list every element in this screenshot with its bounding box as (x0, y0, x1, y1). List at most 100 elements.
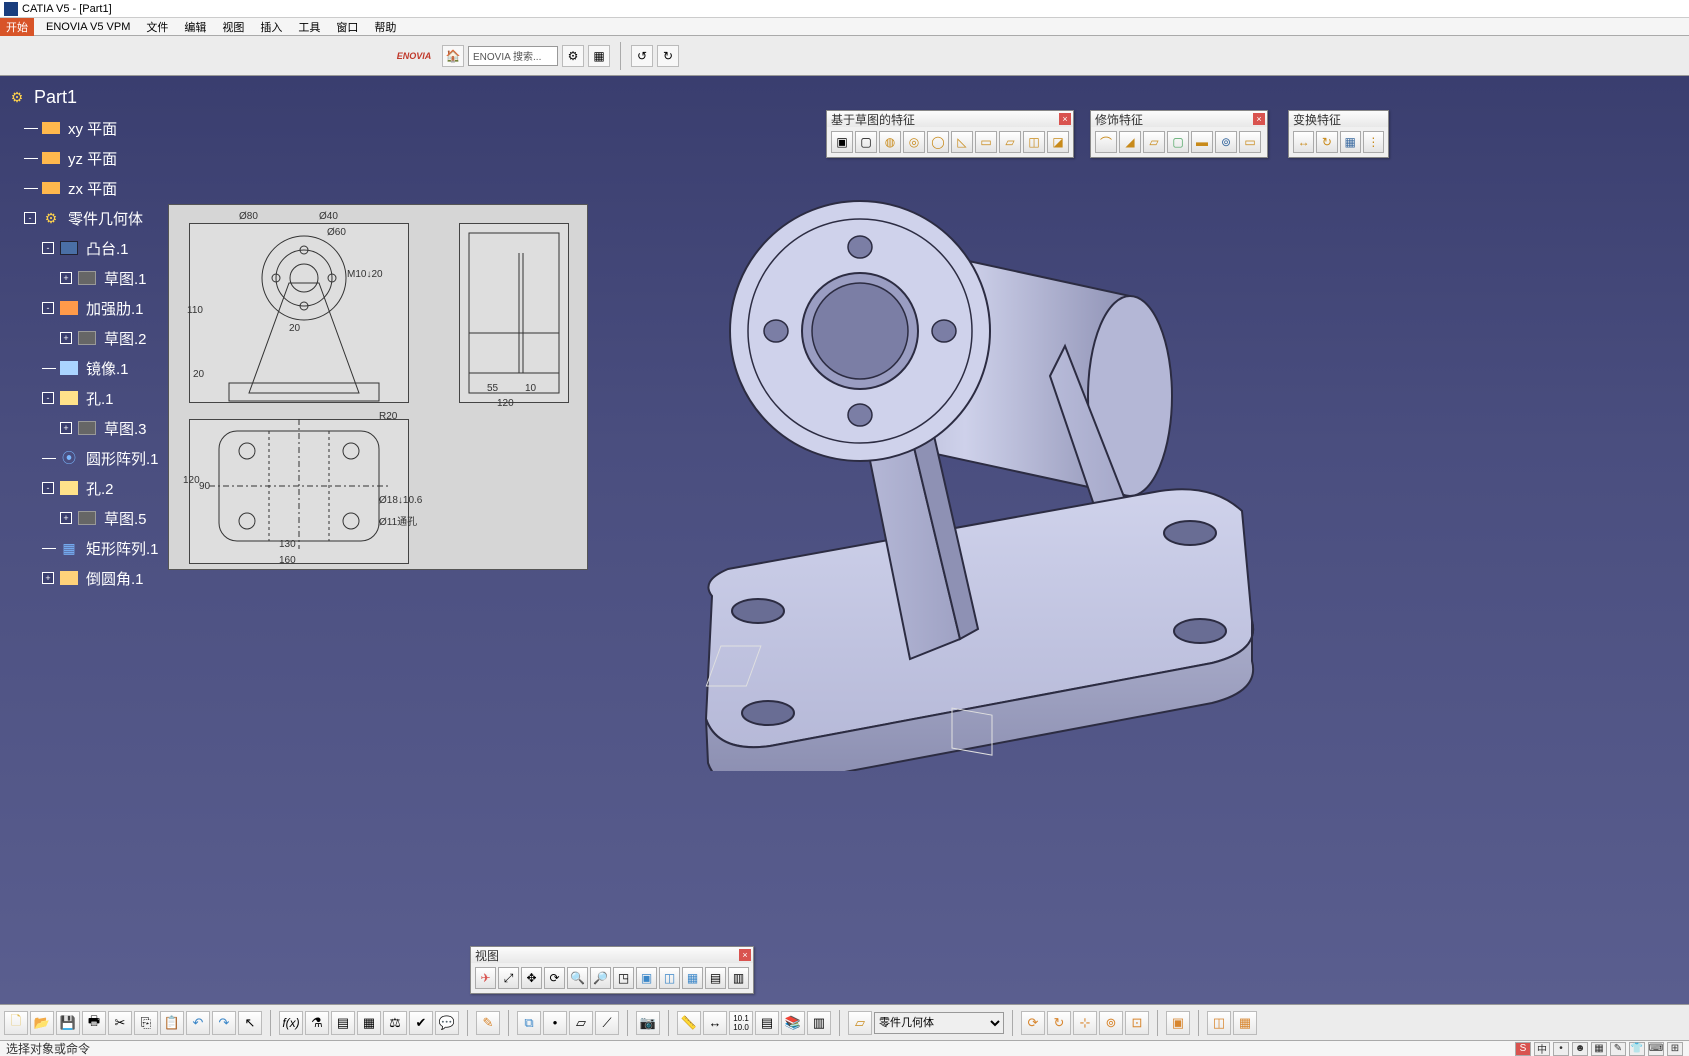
toolbar-title[interactable]: 变换特征 (1289, 111, 1388, 127)
enovia-tool2-button[interactable]: ▦ (588, 45, 610, 67)
knowledge-button[interactable]: ⚗ (305, 1011, 329, 1035)
remove-lump2-button[interactable]: ▦ (1233, 1011, 1257, 1035)
shell-button[interactable]: ▢ (1167, 131, 1189, 153)
rotate-view-button[interactable]: ⟳ (544, 967, 565, 989)
toolbar-sketch-features[interactable]: 基于草图的特征 × ▣ ▢ ◍ ◎ ◯ ◺ ▭ ▱ ◫ ◪ (826, 110, 1074, 158)
zoom-out-button[interactable]: 🔎 (590, 967, 611, 989)
removemulti-button[interactable]: ◪ (1047, 131, 1069, 153)
save-button[interactable]: 💾 (56, 1011, 80, 1035)
tray-icon-3[interactable]: ▦ (1591, 1042, 1607, 1056)
tree-node-zx-plane[interactable]: zx 平面 (6, 174, 266, 202)
normal-view-button[interactable]: ◳ (613, 967, 634, 989)
measure-between-button[interactable]: ↔ (703, 1011, 727, 1035)
tray-icon-5[interactable]: 👕 (1629, 1042, 1645, 1056)
pad-button[interactable]: ▣ (831, 131, 853, 153)
rib-button[interactable]: ◺ (951, 131, 973, 153)
toolbar-dress-features[interactable]: 修饰特征 × ⌒ ◢ ▱ ▢ ▬ ⊚ ▭ (1090, 110, 1268, 158)
hide-show-button[interactable]: ▤ (705, 967, 726, 989)
menu-enovia[interactable]: ENOVIA V5 VPM (38, 20, 138, 34)
scan-button[interactable]: ▣ (1166, 1011, 1190, 1035)
cut-button[interactable]: ✂ (108, 1011, 132, 1035)
tray-icon-7[interactable]: ⊞ (1667, 1042, 1683, 1056)
enovia-home-button[interactable]: 🏠 (442, 45, 464, 67)
chamfer-button[interactable]: ◢ (1119, 131, 1141, 153)
enovia-search-input[interactable]: ENOVIA 搜索... (468, 46, 558, 66)
menu-view[interactable]: 视图 (214, 18, 252, 36)
draft-button[interactable]: ▱ (1143, 131, 1165, 153)
section-button[interactable]: ▥ (807, 1011, 831, 1035)
menu-insert[interactable]: 插入 (252, 18, 290, 36)
remove-lump-button[interactable]: ◫ (1207, 1011, 1231, 1035)
tray-icon-6[interactable]: ⌨ (1648, 1042, 1664, 1056)
tree-toggle[interactable]: + (60, 512, 72, 524)
removeface-button[interactable]: ▭ (1239, 131, 1261, 153)
parameters-button[interactable]: ▤ (331, 1011, 355, 1035)
enovia-tool4-button[interactable]: ↻ (657, 45, 679, 67)
close-icon[interactable]: × (1253, 113, 1265, 125)
viewport-3d[interactable]: ⚙ Part1 xy 平面 yz 平面 zx 平面 - ⚙ 零件几何体 - 凸台… (0, 76, 1689, 1004)
mean-dim-button[interactable]: ⊡ (1125, 1011, 1149, 1035)
ime-lang[interactable]: 中 (1534, 1042, 1550, 1056)
camera-button[interactable]: 📷 (636, 1011, 660, 1035)
hole-button[interactable]: ◯ (927, 131, 949, 153)
tree-toggle[interactable]: - (42, 302, 54, 314)
tray-icon-2[interactable]: ☻ (1572, 1042, 1588, 1056)
render-mode-button[interactable]: ▦ (682, 967, 703, 989)
close-icon[interactable]: × (739, 949, 751, 961)
tree-toggle[interactable]: + (60, 272, 72, 284)
menu-tools[interactable]: 工具 (290, 18, 328, 36)
undo-button[interactable]: ↶ (186, 1011, 210, 1035)
translate-button[interactable]: ↔ (1293, 131, 1314, 153)
close-icon[interactable]: × (1059, 113, 1071, 125)
tree-toggle[interactable]: + (60, 332, 72, 344)
shaft-button[interactable]: ◍ (879, 131, 901, 153)
new-button[interactable]: 🗋 (4, 1011, 28, 1035)
tree-node-yz-plane[interactable]: yz 平面 (6, 144, 266, 172)
tree-node-xy-plane[interactable]: xy 平面 (6, 114, 266, 142)
paste-button[interactable]: 📋 (160, 1011, 184, 1035)
enovia-tool1-button[interactable]: ⚙ (562, 45, 584, 67)
thickness-button[interactable]: ▬ (1191, 131, 1213, 153)
fit-all-button[interactable]: ⤢ (498, 967, 519, 989)
measure-item-button[interactable]: 📏 (677, 1011, 701, 1035)
enovia-tool3-button[interactable]: ↺ (631, 45, 653, 67)
thread-rep-button[interactable]: ⊚ (1099, 1011, 1123, 1035)
toolbar-title[interactable]: 修饰特征 × (1091, 111, 1267, 127)
design-table-button[interactable]: ▦ (357, 1011, 381, 1035)
rotate-button[interactable]: ↻ (1316, 131, 1337, 153)
pocket-button[interactable]: ▢ (855, 131, 877, 153)
menu-file[interactable]: 文件 (138, 18, 176, 36)
redo-button[interactable]: ↷ (212, 1011, 236, 1035)
law-button[interactable]: ⚖ (383, 1011, 407, 1035)
line-button[interactable]: ⟋ (595, 1011, 619, 1035)
comment-button[interactable]: 💬 (435, 1011, 459, 1035)
axis-system-button[interactable]: ⧉ (517, 1011, 541, 1035)
tree-toggle[interactable]: - (42, 482, 54, 494)
start-menu[interactable]: 开始 (0, 18, 34, 36)
tray-icon-4[interactable]: ✎ (1610, 1042, 1626, 1056)
ime-badge[interactable]: S (1515, 1042, 1531, 1056)
plane-button[interactable]: ▱ (569, 1011, 593, 1035)
tray-icon-1[interactable]: • (1553, 1042, 1569, 1056)
print-button[interactable]: 🖶 (82, 1011, 106, 1035)
point-button[interactable]: • (543, 1011, 567, 1035)
axis-button[interactable]: ⊹ (1073, 1011, 1097, 1035)
fly-button[interactable]: ✈ (475, 967, 496, 989)
menu-help[interactable]: 帮助 (366, 18, 404, 36)
swap-visible-button[interactable]: ▥ (728, 967, 749, 989)
tree-toggle[interactable]: - (24, 212, 36, 224)
tree-root[interactable]: ⚙ Part1 (6, 82, 266, 112)
multiview-button[interactable]: ◫ (659, 967, 680, 989)
sketch-button[interactable]: ✎ (476, 1011, 500, 1035)
check-button[interactable]: ✔ (409, 1011, 433, 1035)
iso-view-button[interactable]: ▣ (636, 967, 657, 989)
zoom-in-button[interactable]: 🔍 (567, 967, 588, 989)
menu-window[interactable]: 窗口 (328, 18, 366, 36)
toolbar-title[interactable]: 视图 × (471, 947, 753, 963)
update-button[interactable]: ⟳ (1021, 1011, 1045, 1035)
measure-inertia-button[interactable]: 10.110.0 (729, 1011, 753, 1035)
multisection-button[interactable]: ◫ (1023, 131, 1045, 153)
groove-button[interactable]: ◎ (903, 131, 925, 153)
toolbar-title[interactable]: 基于草图的特征 × (827, 111, 1073, 127)
tree-toggle[interactable]: - (42, 392, 54, 404)
